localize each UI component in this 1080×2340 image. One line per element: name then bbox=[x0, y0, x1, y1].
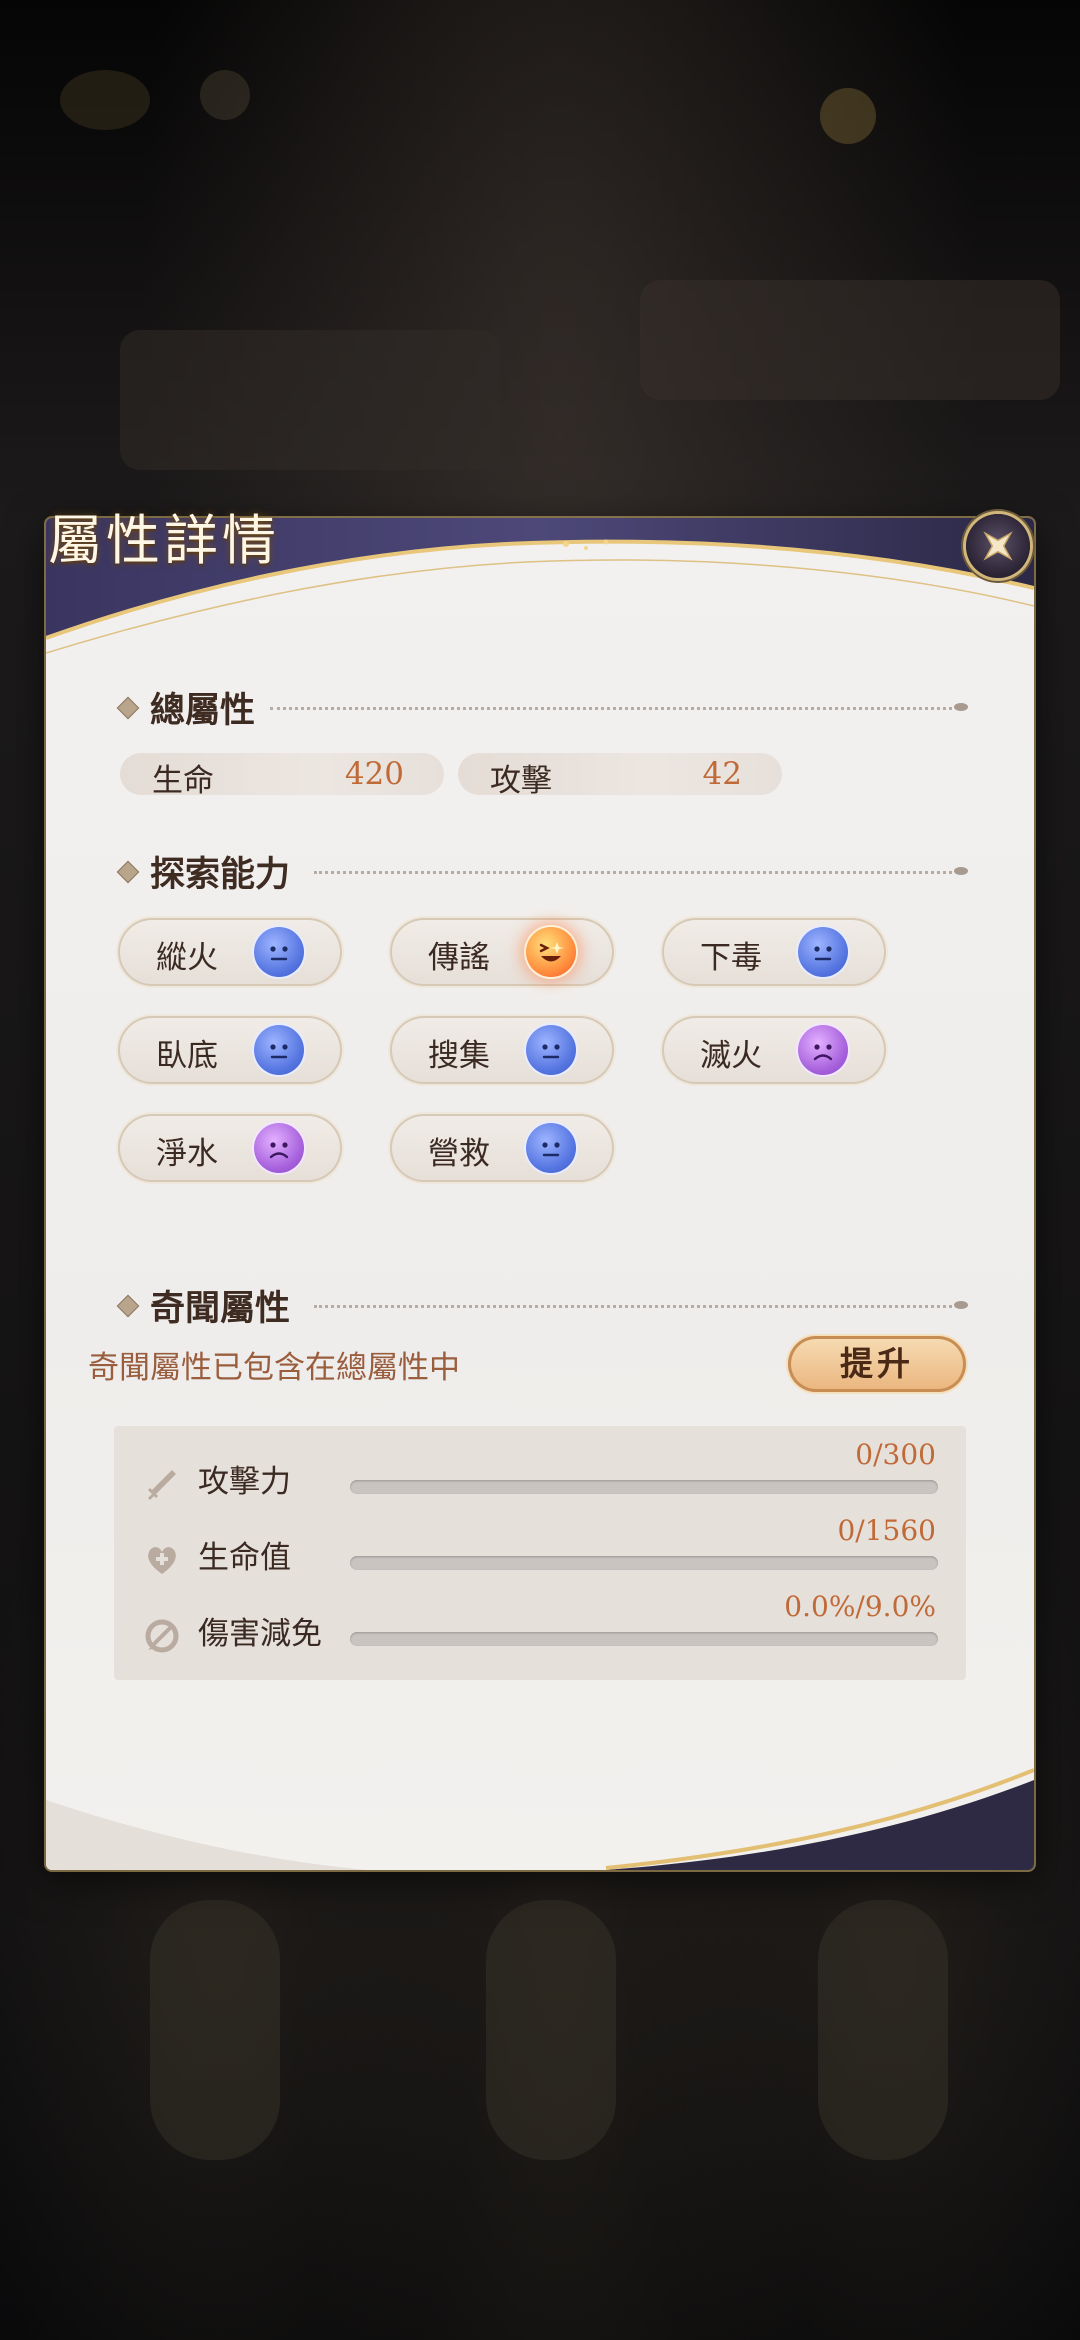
neutral-face-icon bbox=[254, 927, 304, 977]
dotted-divider bbox=[270, 707, 952, 710]
diamond-bullet-icon bbox=[116, 1294, 140, 1318]
stat-label: 生命 bbox=[152, 763, 214, 799]
detail-value: 0.0%/9.0% bbox=[784, 1590, 936, 1623]
bg-slot-3 bbox=[818, 1900, 948, 2160]
neutral-face-icon bbox=[526, 1025, 576, 1075]
ability-pill[interactable]: 滅火 bbox=[662, 1016, 886, 1084]
sad-face-icon bbox=[254, 1123, 304, 1173]
upgrade-button[interactable]: 提升 bbox=[788, 1336, 966, 1392]
anecdote-info-text: 奇聞屬性已包含在總屬性中 bbox=[88, 1350, 460, 1386]
ability-pill[interactable]: 臥底 bbox=[118, 1016, 342, 1084]
heart-plus-icon bbox=[148, 1547, 176, 1574]
dotted-divider bbox=[314, 871, 952, 874]
divider-end bbox=[954, 1301, 968, 1309]
detail-row-damage-reduction: 傷害減免 0.0%/9.0% bbox=[114, 1590, 966, 1660]
section-title: 探索能力 bbox=[150, 854, 291, 895]
neutral-face-icon bbox=[254, 1025, 304, 1075]
happy-face-icon bbox=[526, 927, 576, 977]
ability-label: 滅火 bbox=[700, 1038, 762, 1074]
ability-pill[interactable]: 淨水 bbox=[118, 1114, 342, 1182]
ability-label: 淨水 bbox=[156, 1136, 218, 1172]
close-icon bbox=[983, 531, 1013, 561]
ability-label: 搜集 bbox=[428, 1038, 490, 1074]
ability-label: 下毒 bbox=[700, 940, 762, 976]
footer-decoration bbox=[46, 1768, 1034, 1870]
section-title: 奇聞屬性 bbox=[150, 1288, 291, 1329]
bg-orb-center bbox=[200, 70, 250, 120]
ability-label: 臥底 bbox=[156, 1038, 218, 1074]
total-attributes-header: 總屬性 bbox=[116, 682, 970, 732]
detail-row-hp: 生命值 0/1560 bbox=[114, 1514, 966, 1584]
sword-icon bbox=[148, 1470, 176, 1500]
bg-orb-left bbox=[60, 70, 150, 130]
progress-bar bbox=[350, 1480, 938, 1494]
stat-value: 42 bbox=[702, 756, 742, 792]
neutral-face-icon bbox=[798, 927, 848, 977]
ability-pill[interactable]: 縱火 bbox=[118, 918, 342, 986]
section-title: 總屬性 bbox=[150, 690, 256, 731]
bg-building-right bbox=[640, 280, 1060, 400]
stat-label: 攻擊 bbox=[490, 763, 552, 799]
detail-row-attack: 攻擊力 0/300 bbox=[114, 1438, 966, 1508]
detail-label: 攻擊力 bbox=[198, 1464, 291, 1500]
exploration-header: 探索能力 bbox=[116, 846, 970, 896]
ability-pill[interactable]: 下毒 bbox=[662, 918, 886, 986]
sad-face-icon bbox=[798, 1025, 848, 1075]
neutral-face-icon bbox=[526, 1123, 576, 1173]
dotted-divider bbox=[314, 1305, 952, 1308]
damage-reduction-icon bbox=[145, 1619, 179, 1653]
ability-label: 縱火 bbox=[156, 940, 218, 976]
progress-bar bbox=[350, 1632, 938, 1646]
detail-value: 0/1560 bbox=[837, 1514, 936, 1547]
divider-end bbox=[954, 703, 968, 711]
divider-end bbox=[954, 867, 968, 875]
detail-label: 傷害減免 bbox=[198, 1616, 322, 1652]
stat-attack: 攻擊 42 bbox=[458, 753, 782, 799]
dialog-title: 屬性詳情 bbox=[48, 509, 280, 572]
stat-value: 420 bbox=[344, 756, 404, 792]
ability-pill[interactable]: 營救 bbox=[390, 1114, 614, 1182]
detail-label: 生命值 bbox=[198, 1540, 291, 1576]
progress-bar bbox=[350, 1556, 938, 1570]
ability-label: 營救 bbox=[428, 1136, 490, 1172]
ability-label: 傳謠 bbox=[428, 940, 490, 976]
ability-pill[interactable]: 搜集 bbox=[390, 1016, 614, 1084]
bg-slot-2 bbox=[486, 1900, 616, 2160]
bg-slot-1 bbox=[150, 1900, 280, 2160]
ability-pill[interactable]: 傳謠 bbox=[390, 918, 614, 986]
diamond-bullet-icon bbox=[116, 860, 140, 884]
close-button[interactable] bbox=[966, 514, 1030, 578]
anecdote-detail-box: 攻擊力 0/300 生命值 0/1560 傷害減免 0.0%/9.0% bbox=[114, 1426, 966, 1680]
detail-value: 0/300 bbox=[855, 1438, 936, 1471]
bg-building bbox=[120, 330, 500, 470]
diamond-bullet-icon bbox=[116, 696, 140, 720]
bg-coin bbox=[820, 88, 876, 144]
stat-hp: 生命 420 bbox=[120, 753, 444, 799]
anecdote-attributes-header: 奇聞屬性 bbox=[116, 1280, 970, 1330]
